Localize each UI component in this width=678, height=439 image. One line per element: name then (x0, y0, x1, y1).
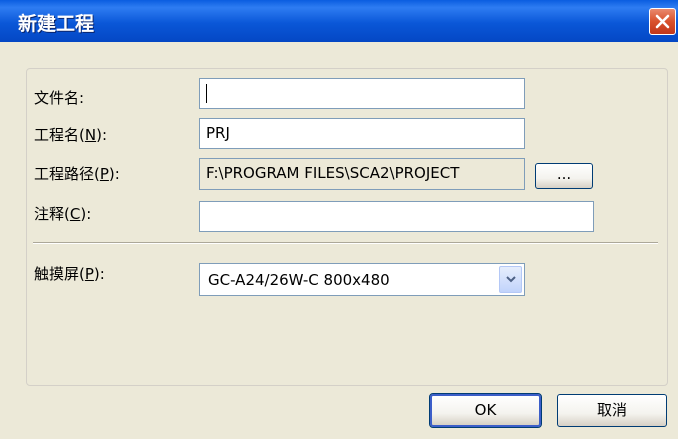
ok-button[interactable]: OK (429, 393, 542, 428)
text-caret (206, 84, 207, 103)
comment-label: 注释(C): (34, 205, 92, 223)
divider (33, 242, 658, 244)
comment-input[interactable] (199, 201, 594, 232)
file-name-label: 文件名: (34, 89, 85, 107)
chevron-down-icon (506, 276, 516, 283)
file-name-input[interactable] (199, 78, 525, 109)
project-path-label: 工程路径(P): (34, 165, 120, 183)
project-name-label: 工程名(N): (34, 126, 107, 144)
browse-button[interactable]: ... (535, 163, 593, 189)
project-name-input[interactable]: PRJ (199, 118, 525, 149)
title-bar: 新建工程 (0, 0, 678, 42)
close-icon (655, 14, 670, 29)
cancel-button[interactable]: 取消 (557, 394, 667, 427)
touchscreen-selected-value: GC-A24/26W-C 800x480 (208, 271, 390, 289)
project-path-field: F:\PROGRAM FILES\SCA2\PROJECT (199, 158, 525, 190)
window-title: 新建工程 (18, 13, 95, 35)
touchscreen-label: 触摸屏(P): (34, 265, 105, 283)
close-button[interactable] (649, 8, 676, 35)
touchscreen-select[interactable]: GC-A24/26W-C 800x480 (199, 263, 525, 296)
dropdown-button[interactable] (499, 266, 522, 293)
